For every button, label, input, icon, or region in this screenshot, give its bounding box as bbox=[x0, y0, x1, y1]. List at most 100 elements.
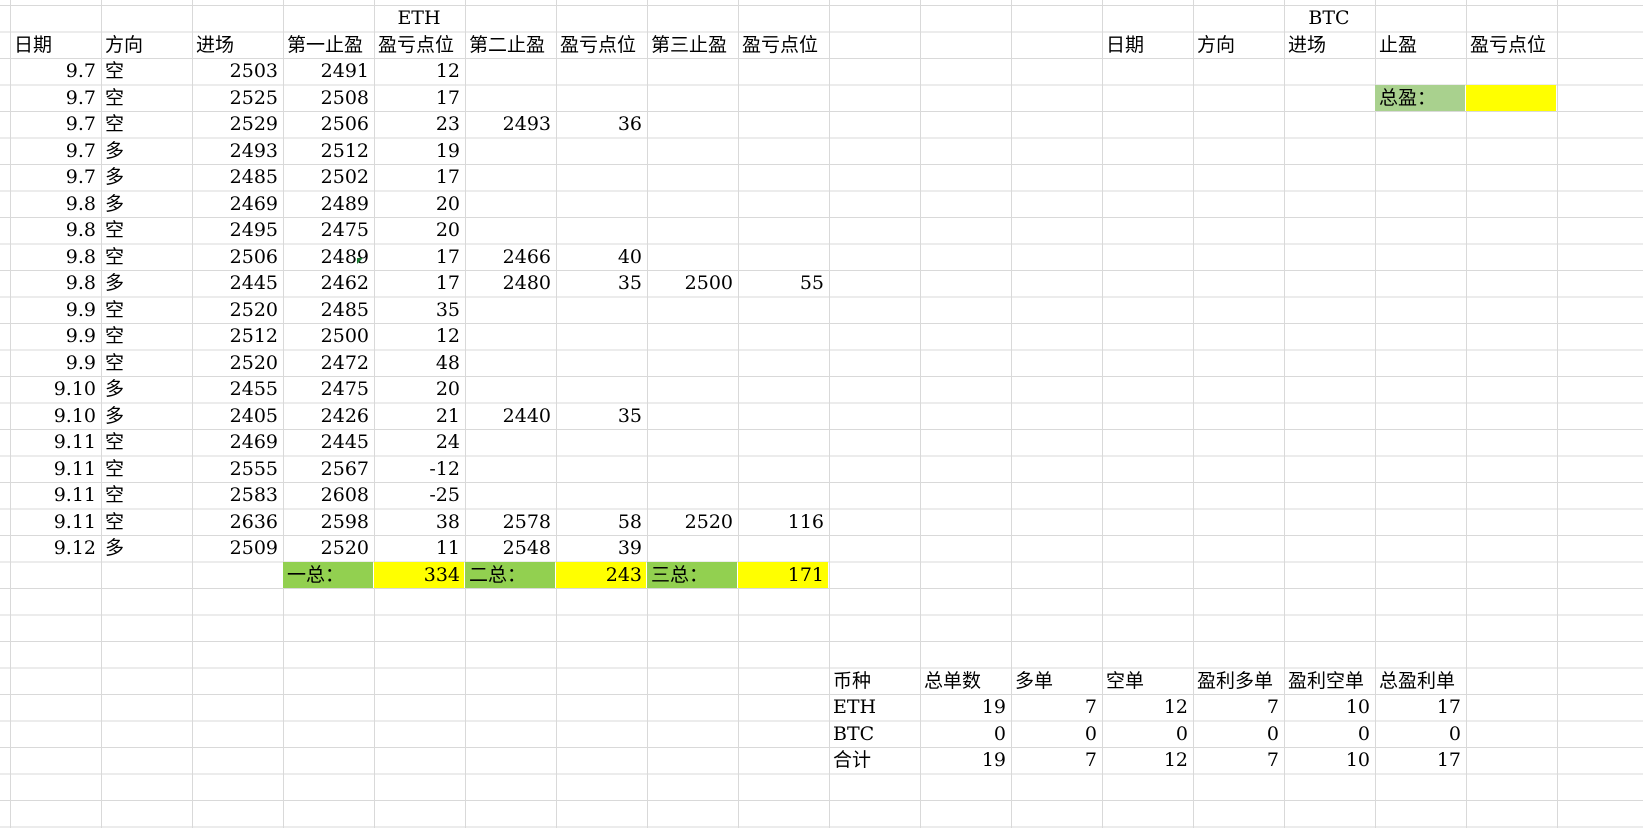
eth-data-cell[interactable]: 2608 bbox=[283, 482, 373, 508]
eth-data-cell[interactable]: 35 bbox=[374, 297, 464, 323]
eth-data-cell[interactable] bbox=[556, 217, 646, 243]
eth-data-cell[interactable] bbox=[738, 429, 828, 455]
eth-data-cell[interactable]: 2466 bbox=[465, 244, 555, 270]
eth-data-cell[interactable] bbox=[738, 403, 828, 429]
eth-data-cell[interactable]: 2489 bbox=[283, 191, 373, 217]
eth-data-cell[interactable]: 空 bbox=[101, 482, 191, 508]
summary-data-cell[interactable]: ETH bbox=[829, 694, 919, 720]
eth-data-cell[interactable]: 空 bbox=[101, 111, 191, 137]
eth-data-cell[interactable]: 9.7 bbox=[10, 85, 100, 111]
eth-data-cell[interactable]: 2493 bbox=[192, 138, 282, 164]
eth-data-cell[interactable] bbox=[647, 164, 737, 190]
summary-data-cell[interactable]: 7 bbox=[1011, 747, 1101, 773]
eth-data-cell[interactable]: 2455 bbox=[192, 376, 282, 402]
eth-data-cell[interactable]: 2469 bbox=[192, 191, 282, 217]
eth-data-cell[interactable]: 19 bbox=[374, 138, 464, 164]
eth-data-cell[interactable]: 9.8 bbox=[10, 270, 100, 296]
eth-data-cell[interactable]: 2493 bbox=[465, 111, 555, 137]
eth-data-cell[interactable] bbox=[465, 164, 555, 190]
eth-data-cell[interactable] bbox=[465, 191, 555, 217]
eth-data-cell[interactable] bbox=[556, 429, 646, 455]
summary-data-cell[interactable]: 7 bbox=[1011, 694, 1101, 720]
eth-data-cell[interactable]: 2503 bbox=[192, 58, 282, 84]
eth-data-cell[interactable]: 2445 bbox=[283, 429, 373, 455]
eth-data-cell[interactable] bbox=[556, 350, 646, 376]
eth-title[interactable]: ETH bbox=[10, 5, 828, 31]
eth-data-cell[interactable]: 2462 bbox=[283, 270, 373, 296]
eth-data-cell[interactable] bbox=[465, 482, 555, 508]
eth-data-cell[interactable]: 48 bbox=[374, 350, 464, 376]
eth-total-first-label[interactable]: 一总： bbox=[283, 561, 373, 588]
summary-data-cell[interactable]: 合计 bbox=[829, 747, 919, 773]
eth-data-cell[interactable] bbox=[556, 323, 646, 349]
eth-data-cell[interactable]: 9.10 bbox=[10, 376, 100, 402]
eth-data-cell[interactable]: 9.10 bbox=[10, 403, 100, 429]
summary-data-cell[interactable]: 0 bbox=[1375, 721, 1465, 747]
eth-data-cell[interactable]: 2520 bbox=[647, 509, 737, 535]
eth-data-cell[interactable]: 2440 bbox=[465, 403, 555, 429]
eth-data-cell[interactable] bbox=[647, 58, 737, 84]
eth-data-cell[interactable] bbox=[465, 429, 555, 455]
eth-data-cell[interactable]: 多 bbox=[101, 403, 191, 429]
eth-data-cell[interactable]: 2491 bbox=[283, 58, 373, 84]
eth-data-cell[interactable]: 2567 bbox=[283, 456, 373, 482]
eth-data-cell[interactable]: 40 bbox=[556, 244, 646, 270]
eth-data-cell[interactable]: 空 bbox=[101, 297, 191, 323]
eth-data-cell[interactable]: 空 bbox=[101, 244, 191, 270]
btc-title[interactable]: BTC bbox=[1102, 5, 1556, 31]
eth-data-cell[interactable]: 2475 bbox=[283, 217, 373, 243]
btc-header-cell[interactable]: 盈亏点位 bbox=[1466, 32, 1556, 58]
eth-data-cell[interactable]: 9.12 bbox=[10, 535, 100, 561]
eth-data-cell[interactable]: 2509 bbox=[192, 535, 282, 561]
summary-data-cell[interactable]: 19 bbox=[920, 747, 1010, 773]
eth-data-cell[interactable]: 2500 bbox=[283, 323, 373, 349]
eth-data-cell[interactable] bbox=[556, 164, 646, 190]
eth-header-cell[interactable]: 方向 bbox=[101, 32, 191, 58]
eth-data-cell[interactable] bbox=[647, 323, 737, 349]
eth-header-cell[interactable]: 盈亏点位 bbox=[374, 32, 464, 58]
eth-data-cell[interactable]: 9.7 bbox=[10, 164, 100, 190]
eth-data-cell[interactable]: 2506 bbox=[283, 111, 373, 137]
summary-data-cell[interactable]: BTC bbox=[829, 721, 919, 747]
eth-data-cell[interactable]: 空 bbox=[101, 58, 191, 84]
eth-data-cell[interactable]: 多 bbox=[101, 535, 191, 561]
eth-data-cell[interactable] bbox=[738, 138, 828, 164]
summary-data-cell[interactable]: 0 bbox=[920, 721, 1010, 747]
eth-total-first-value[interactable]: 334 bbox=[374, 561, 464, 588]
summary-data-cell[interactable]: 17 bbox=[1375, 747, 1465, 773]
eth-data-cell[interactable]: 2475 bbox=[283, 376, 373, 402]
eth-data-cell[interactable] bbox=[465, 297, 555, 323]
eth-data-cell[interactable]: 9.9 bbox=[10, 323, 100, 349]
eth-data-cell[interactable]: 17 bbox=[374, 85, 464, 111]
eth-data-cell[interactable] bbox=[465, 217, 555, 243]
eth-data-cell[interactable]: 20 bbox=[374, 217, 464, 243]
eth-data-cell[interactable]: 多 bbox=[101, 191, 191, 217]
summary-header-cell[interactable]: 多单 bbox=[1011, 668, 1101, 694]
eth-data-cell[interactable]: 9.11 bbox=[10, 429, 100, 455]
eth-data-cell[interactable]: 9.9 bbox=[10, 297, 100, 323]
eth-data-cell[interactable]: 2636 bbox=[192, 509, 282, 535]
eth-data-cell[interactable] bbox=[556, 456, 646, 482]
eth-data-cell[interactable]: 17 bbox=[374, 244, 464, 270]
eth-data-cell[interactable] bbox=[738, 85, 828, 111]
eth-data-cell[interactable]: 2485 bbox=[192, 164, 282, 190]
eth-data-cell[interactable] bbox=[556, 58, 646, 84]
eth-data-cell[interactable]: 9.7 bbox=[10, 111, 100, 137]
eth-data-cell[interactable]: 11 bbox=[374, 535, 464, 561]
eth-data-cell[interactable] bbox=[738, 191, 828, 217]
eth-data-cell[interactable]: 多 bbox=[101, 164, 191, 190]
eth-data-cell[interactable] bbox=[647, 535, 737, 561]
eth-data-cell[interactable] bbox=[465, 456, 555, 482]
eth-data-cell[interactable]: 空 bbox=[101, 509, 191, 535]
eth-data-cell[interactable]: 空 bbox=[101, 85, 191, 111]
eth-data-cell[interactable]: 9.11 bbox=[10, 482, 100, 508]
eth-data-cell[interactable] bbox=[556, 85, 646, 111]
eth-data-cell[interactable]: 2578 bbox=[465, 509, 555, 535]
eth-data-cell[interactable] bbox=[738, 323, 828, 349]
eth-data-cell[interactable]: 2495 bbox=[192, 217, 282, 243]
eth-data-cell[interactable]: 35 bbox=[556, 270, 646, 296]
eth-data-cell[interactable] bbox=[465, 323, 555, 349]
summary-data-cell[interactable]: 10 bbox=[1284, 694, 1374, 720]
eth-data-cell[interactable]: -12 bbox=[374, 456, 464, 482]
summary-header-cell[interactable]: 盈利多单 bbox=[1193, 668, 1283, 694]
